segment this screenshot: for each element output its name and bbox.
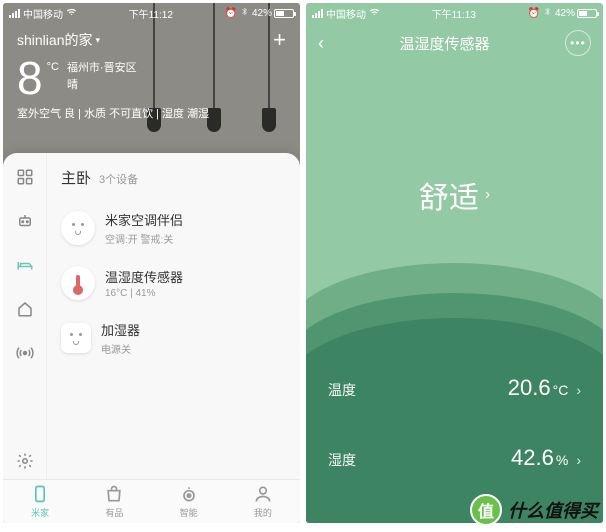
add-button[interactable]: + <box>273 27 286 53</box>
device-sheet: 主卧 3个设备 米家空调伴侣 空调:开 警戒:关 温湿度传感器 16°C | 4… <box>3 153 300 483</box>
battery-indicator: 42% <box>555 8 597 19</box>
device-name: 米家空调伴侣 <box>105 210 286 229</box>
home-icon[interactable] <box>15 299 35 319</box>
device-name: 温湿度传感器 <box>105 267 286 286</box>
watermark-badge: 值 <box>470 494 502 526</box>
humidity-label: 湿度 <box>328 450 356 470</box>
tab-label: 智能 <box>180 506 198 519</box>
temperature-value: 20.6 <box>508 375 551 401</box>
comfort-indicator[interactable]: 舒适 › <box>306 173 603 217</box>
weather-block[interactable]: 8 °C 福州市·晋安区 晴 室外空气 良 | 水质 不可直饮 | 湿度 潮湿 <box>17 55 209 121</box>
status-time: 下午11:13 <box>380 6 528 21</box>
tab-label: 有品 <box>105 506 123 519</box>
tab-profile[interactable]: 我的 <box>226 480 300 523</box>
tab-mihome[interactable]: 米家 <box>3 480 77 523</box>
status-bar: 中国移动 下午11:13 ⏰ 42% <box>306 3 603 23</box>
humidity-value: 42.6 <box>511 445 554 471</box>
wifi-icon <box>369 6 380 20</box>
device-name: 加湿器 <box>101 320 286 339</box>
humidifier-plug-icon <box>61 323 91 353</box>
sensor-detail-screen: 中国移动 下午11:13 ⏰ 42% ‹ 温湿度传感器 ••• 舒适 › <box>306 3 603 523</box>
chevron-right-icon: › <box>576 452 581 468</box>
temperature-label: 温度 <box>328 380 356 400</box>
watermark: 值 什么值得买 <box>470 494 598 526</box>
room-rail <box>3 153 47 483</box>
battery-pct: 42% <box>252 8 272 19</box>
carrier-label: 中国移动 <box>23 6 63 21</box>
settings-icon[interactable] <box>15 451 35 471</box>
home-name-label: shinlian的家 <box>17 30 92 50</box>
thermometer-icon <box>61 266 95 300</box>
temperature-value: 8 <box>17 55 43 101</box>
signal-icon[interactable] <box>15 343 35 363</box>
watermark-text: 什么值得买 <box>508 497 598 523</box>
bed-icon[interactable] <box>15 255 35 275</box>
battery-indicator: 42% <box>252 8 294 19</box>
device-item[interactable]: 温湿度传感器 16°C | 41% <box>61 256 286 310</box>
chevron-right-icon: › <box>576 382 581 398</box>
device-status: 空调:开 警戒:关 <box>105 231 286 246</box>
carrier-label: 中国移动 <box>326 6 366 21</box>
back-button[interactable]: ‹ <box>318 33 324 54</box>
room-name: 主卧 <box>61 167 91 188</box>
temperature-unit: °C <box>553 382 569 398</box>
device-item[interactable]: 米家空调伴侣 空调:开 警戒:关 <box>61 200 286 256</box>
humidity-unit: % <box>556 452 568 468</box>
condition-label: 晴 <box>67 77 137 94</box>
alarm-icon: ⏰ <box>528 8 540 19</box>
device-status: 16°C | 41% <box>105 288 286 299</box>
device-count: 3个设备 <box>99 171 138 187</box>
signal-icon <box>9 9 20 18</box>
alarm-icon: ⏰ <box>225 8 237 19</box>
bluetooth-icon <box>543 7 552 19</box>
page-title: 温湿度传感器 <box>399 33 489 54</box>
bluetooth-icon <box>240 7 249 19</box>
mihome-screen: 中国移动 下午11:12 ⏰ 42% shinlian的家 ▾ + 8 °C <box>3 3 300 523</box>
temperature-row[interactable]: 温度 20.6 °C › <box>328 353 581 423</box>
plug-icon <box>61 211 95 245</box>
status-bar: 中国移动 下午11:12 ⏰ 42% <box>3 3 300 23</box>
more-button[interactable]: ••• <box>565 30 591 56</box>
air-quality-line: 室外空气 良 | 水质 不可直饮 | 湿度 潮湿 <box>17 105 209 121</box>
humidity-row[interactable]: 湿度 42.6 % › <box>328 423 581 493</box>
tab-smart[interactable]: 智能 <box>152 480 226 523</box>
chevron-right-icon: › <box>485 186 490 204</box>
comfort-label: 舒适 <box>419 173 479 217</box>
grid-icon[interactable] <box>15 167 35 187</box>
device-status: 电源关 <box>101 341 286 356</box>
chevron-down-icon: ▾ <box>95 35 100 46</box>
tab-bar: 米家 有品 智能 我的 <box>3 479 300 523</box>
device-item[interactable]: 加湿器 电源关 <box>61 310 286 366</box>
location-label: 福州市·晋安区 <box>67 60 137 77</box>
wifi-icon <box>66 6 77 20</box>
tab-label: 我的 <box>254 506 272 519</box>
temperature-unit: °C <box>47 61 59 73</box>
home-selector[interactable]: shinlian的家 ▾ <box>17 30 100 50</box>
battery-pct: 42% <box>555 8 575 19</box>
status-time: 下午11:12 <box>77 6 225 21</box>
tab-youpin[interactable]: 有品 <box>77 480 151 523</box>
robot-icon[interactable] <box>15 211 35 231</box>
signal-icon <box>312 9 323 18</box>
tab-label: 米家 <box>31 506 49 519</box>
